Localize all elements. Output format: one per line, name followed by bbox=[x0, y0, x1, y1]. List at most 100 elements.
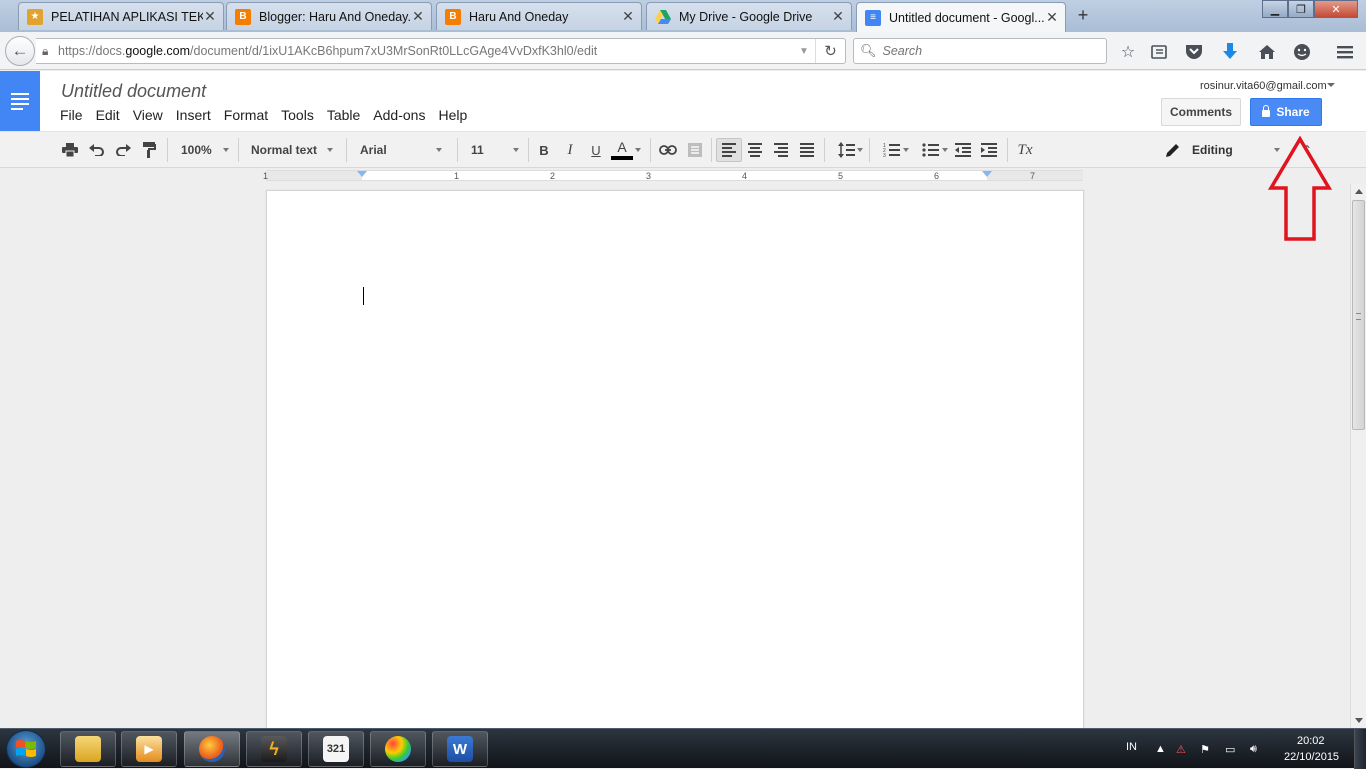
close-window-button[interactable]: ✕ bbox=[1314, 0, 1358, 18]
left-indent-marker[interactable] bbox=[357, 171, 367, 177]
home-icon[interactable] bbox=[1256, 41, 1278, 63]
tab-close-icon[interactable]: ✕ bbox=[411, 8, 425, 25]
browser-tab-docs[interactable]: ≡ Untitled document - Googl... ✕ bbox=[856, 2, 1066, 32]
numbered-list-button[interactable]: 123 bbox=[874, 138, 910, 162]
text-color-dropdown[interactable] bbox=[633, 138, 643, 162]
taskbar-321-media[interactable]: 321 bbox=[308, 731, 364, 767]
document-page[interactable] bbox=[266, 190, 1084, 730]
font-select[interactable]: Arial bbox=[360, 138, 444, 162]
school-icon: ★ bbox=[27, 8, 43, 25]
bookmark-star-icon[interactable]: ☆ bbox=[1117, 41, 1139, 63]
show-hidden-icons-icon[interactable]: ▲ bbox=[1155, 743, 1166, 755]
download-icon[interactable] bbox=[1219, 41, 1241, 63]
justify-button[interactable] bbox=[796, 138, 818, 162]
toolbar-separator bbox=[711, 138, 712, 162]
insert-comment-icon[interactable] bbox=[684, 138, 706, 162]
browser-tab-drive[interactable]: My Drive - Google Drive ✕ bbox=[646, 2, 852, 30]
menu-format[interactable]: Format bbox=[224, 107, 274, 123]
volume-icon[interactable]: 🔊︎ bbox=[1250, 743, 1257, 756]
share-label: Share bbox=[1276, 105, 1310, 119]
docs-home-logo-icon[interactable] bbox=[0, 71, 40, 131]
zoom-select[interactable]: 100% bbox=[181, 138, 231, 162]
language-indicator[interactable]: IN bbox=[1126, 741, 1137, 753]
pocket-icon[interactable] bbox=[1183, 41, 1205, 63]
menu-insert[interactable]: Insert bbox=[176, 107, 217, 123]
account-dropdown-icon[interactable] bbox=[1327, 83, 1335, 87]
back-button[interactable]: ← bbox=[5, 36, 35, 66]
paragraph-style-select[interactable]: Normal text bbox=[251, 138, 335, 162]
scrollbar-thumb[interactable] bbox=[1352, 200, 1365, 430]
scroll-up-icon[interactable] bbox=[1355, 189, 1363, 194]
hello-chat-icon[interactable] bbox=[1291, 41, 1313, 63]
search-bar[interactable]: 🔍︎ bbox=[853, 38, 1107, 64]
editing-mode-label: Editing bbox=[1192, 143, 1233, 157]
align-center-button[interactable] bbox=[744, 138, 766, 162]
start-button[interactable] bbox=[6, 730, 46, 768]
align-left-button[interactable] bbox=[716, 138, 742, 162]
google-drive-icon bbox=[655, 9, 671, 25]
undo-icon[interactable] bbox=[85, 138, 109, 162]
new-tab-button[interactable]: + bbox=[1074, 6, 1092, 24]
url-text[interactable]: https://docs.google.com/document/d/1ixU1… bbox=[58, 44, 793, 58]
align-right-button[interactable] bbox=[770, 138, 792, 162]
hamburger-menu-icon[interactable] bbox=[1334, 41, 1356, 63]
taskbar-word[interactable]: W bbox=[432, 731, 488, 767]
decrease-indent-icon[interactable] bbox=[952, 138, 974, 162]
share-button[interactable]: Share bbox=[1250, 98, 1322, 126]
print-icon[interactable] bbox=[58, 138, 82, 162]
tab-title: Blogger: Haru And Oneday... bbox=[259, 9, 411, 24]
search-input[interactable] bbox=[882, 44, 1103, 58]
browser-tab-pelatihan[interactable]: ★ PELATIHAN APLIKASI TEK... ✕ bbox=[18, 2, 224, 30]
menu-table[interactable]: Table bbox=[327, 107, 366, 123]
vertical-scrollbar[interactable] bbox=[1350, 184, 1366, 728]
browser-tab-blogger[interactable]: B Blogger: Haru And Oneday... ✕ bbox=[226, 2, 432, 30]
toolbar-separator bbox=[238, 138, 239, 162]
show-desktop-button[interactable] bbox=[1354, 729, 1366, 769]
taskbar-media-player[interactable]: ▶ bbox=[121, 731, 177, 767]
clock-time[interactable]: 20:02 bbox=[1297, 735, 1325, 747]
taskbar-firefox[interactable] bbox=[184, 731, 240, 767]
url-bar[interactable]: 🔒︎ https://docs.google.com/document/d/1i… bbox=[36, 38, 846, 64]
reading-list-icon[interactable] bbox=[1148, 41, 1170, 63]
menu-view[interactable]: View bbox=[133, 107, 169, 123]
document-title[interactable]: Untitled document bbox=[61, 81, 206, 102]
menu-add-ons[interactable]: Add-ons bbox=[373, 107, 431, 123]
menu-edit[interactable]: Edit bbox=[96, 107, 126, 123]
comments-button[interactable]: Comments bbox=[1161, 98, 1241, 126]
tab-title: My Drive - Google Drive bbox=[679, 9, 813, 24]
font-size-select[interactable]: 11 bbox=[471, 138, 521, 162]
taskbar-winamp[interactable]: ϟ bbox=[246, 731, 302, 767]
paint-format-icon[interactable] bbox=[137, 138, 161, 162]
menu-help[interactable]: Help bbox=[438, 107, 473, 123]
clock-date[interactable]: 22/10/2015 bbox=[1284, 751, 1339, 763]
taskbar-paint[interactable] bbox=[370, 731, 426, 767]
account-email[interactable]: rosinur.vita60@gmail.com bbox=[1200, 80, 1327, 92]
browser-tab-haru[interactable]: B Haru And Oneday ✕ bbox=[436, 2, 642, 30]
menu-tools[interactable]: Tools bbox=[281, 107, 320, 123]
network-warning-icon[interactable]: ⚠ bbox=[1176, 743, 1186, 756]
tab-close-icon[interactable]: ✕ bbox=[621, 8, 635, 25]
line-spacing-button[interactable] bbox=[830, 138, 864, 162]
tab-close-icon[interactable]: ✕ bbox=[831, 8, 845, 25]
toolbar-separator bbox=[824, 138, 825, 162]
minimize-button[interactable]: ▁ bbox=[1262, 0, 1288, 18]
maximize-button[interactable]: ❐ bbox=[1288, 0, 1314, 18]
clear-formatting-button[interactable]: Tx bbox=[1014, 138, 1036, 162]
link-icon[interactable] bbox=[656, 138, 680, 162]
increase-indent-icon[interactable] bbox=[978, 138, 1000, 162]
scroll-down-icon[interactable] bbox=[1355, 718, 1363, 723]
underline-button[interactable]: U bbox=[585, 138, 607, 162]
menu-file[interactable]: File bbox=[60, 107, 89, 123]
tab-close-icon[interactable]: ✕ bbox=[203, 8, 217, 25]
taskbar-explorer[interactable] bbox=[60, 731, 116, 767]
bold-button[interactable]: B bbox=[533, 138, 555, 162]
tab-close-icon[interactable]: ✕ bbox=[1045, 9, 1059, 26]
url-dropdown-icon[interactable]: ▼ bbox=[793, 46, 815, 57]
action-center-flag-icon[interactable]: ⚑ bbox=[1200, 743, 1210, 756]
bulleted-list-button[interactable] bbox=[913, 138, 949, 162]
reload-icon[interactable]: ↻ bbox=[815, 39, 845, 63]
redo-icon[interactable] bbox=[111, 138, 135, 162]
italic-button[interactable]: I bbox=[559, 138, 581, 162]
right-indent-marker[interactable] bbox=[982, 171, 992, 177]
display-icon[interactable]: ▭ bbox=[1225, 743, 1235, 756]
